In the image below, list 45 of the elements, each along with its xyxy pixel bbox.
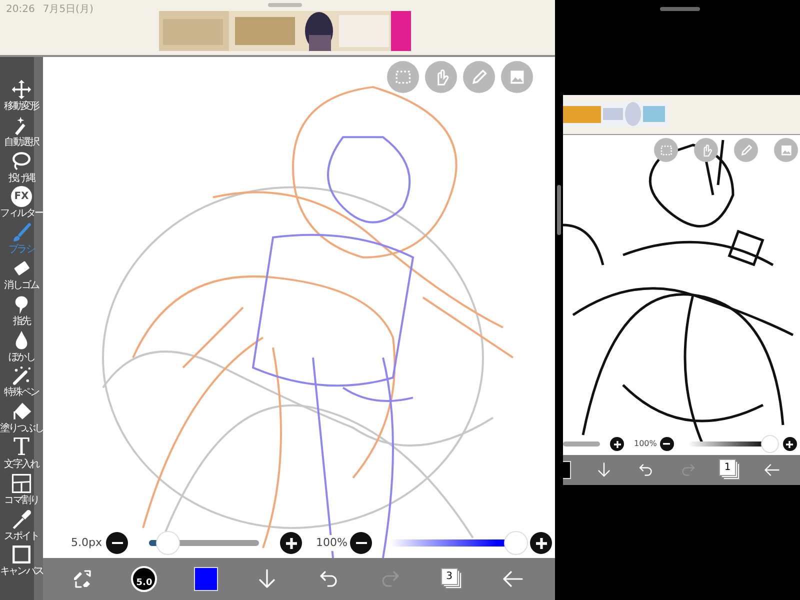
paint-bucket-icon <box>11 401 32 422</box>
filter-icon: FX <box>11 186 32 208</box>
tool-button[interactable]: コマ割り <box>0 472 43 509</box>
layers-button[interactable]: 1 <box>709 455 751 485</box>
brush-size-label: 5.0 <box>136 579 152 590</box>
plus-icon <box>786 440 794 448</box>
plus-icon <box>536 538 547 548</box>
tool-button[interactable]: スポイト <box>0 508 43 544</box>
tool-button[interactable]: ぼかし <box>0 330 43 366</box>
panel-layout-icon <box>11 472 32 494</box>
opacity-reading: 100% <box>315 534 348 552</box>
color-swatch[interactable] <box>194 567 218 591</box>
brush-preview-button[interactable]: 5.0 <box>114 558 175 600</box>
minus-icon <box>356 542 367 544</box>
plus-icon <box>286 538 296 548</box>
layers-button[interactable]: 3 <box>421 558 482 600</box>
eyedropper-icon <box>11 508 32 530</box>
tool-button[interactable]: 特殊ペン <box>0 365 43 402</box>
square-frame-icon <box>11 544 32 566</box>
status-time: 20:26 <box>6 3 35 17</box>
down-arrow-icon <box>595 461 613 479</box>
tool-button[interactable]: 移動変形 <box>0 79 43 115</box>
plus-icon <box>614 440 620 448</box>
minus-icon <box>112 542 122 544</box>
tool-button[interactable]: 塗りつぶし <box>0 401 43 437</box>
tool-button[interactable]: キャンバス <box>0 544 43 580</box>
tool-button[interactable]: 消しゴム <box>0 258 43 294</box>
tool-button[interactable]: 指先 <box>0 294 43 330</box>
lasso-icon <box>11 150 32 172</box>
text-icon: T <box>13 436 30 458</box>
tool-button[interactable]: 投げ縄 <box>0 150 43 186</box>
drag-handle[interactable] <box>660 7 700 11</box>
minus-icon <box>663 443 670 445</box>
sparkle-pen-icon <box>11 365 32 386</box>
undo-icon <box>637 461 655 479</box>
status-date: 7月5日(月) <box>42 3 94 17</box>
split-handle[interactable] <box>557 185 561 235</box>
redo-icon <box>679 461 697 479</box>
brush-size-reading: 5.0px <box>70 534 103 552</box>
left-arrow-icon <box>763 461 781 479</box>
brush-icon <box>11 222 32 244</box>
tool-button[interactable]: T 文字入れ <box>0 436 43 473</box>
drag-handle[interactable] <box>268 3 302 7</box>
tool-button[interactable]: 自動選択 <box>0 114 43 151</box>
move-arrows-icon <box>11 79 32 100</box>
